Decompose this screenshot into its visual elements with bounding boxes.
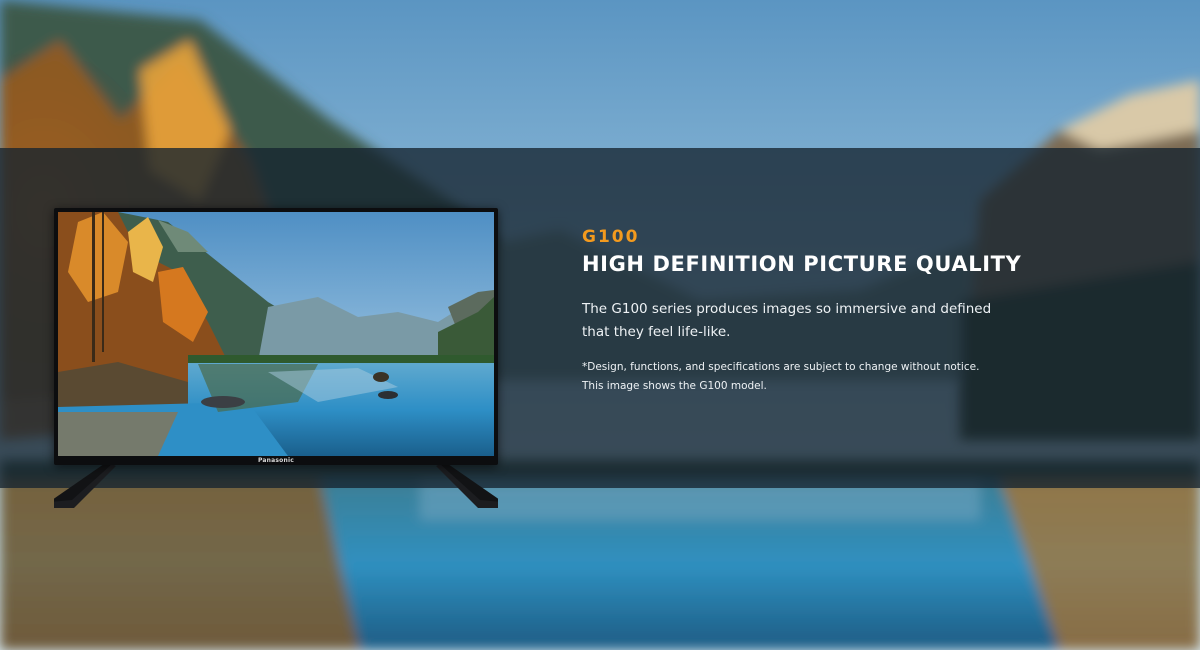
- disclaimer-line-1: *Design, functions, and specifications a…: [582, 361, 980, 373]
- disclaimer: *Design, functions, and specifications a…: [582, 358, 1002, 396]
- disclaimer-line-2: This image shows the G100 model.: [582, 380, 767, 392]
- banner-copy: G100 HIGH DEFINITION PICTURE QUALITY The…: [582, 226, 1022, 396]
- tv-brand-logo: Panasonic: [258, 457, 294, 464]
- tv-screen: [58, 212, 494, 456]
- tv-bezel: Panasonic: [54, 208, 498, 465]
- tv-screen-landscape: [58, 212, 494, 456]
- product-banner: Panasonic G100 HIGH DEFINITION PICTURE Q…: [0, 0, 1200, 650]
- headline: HIGH DEFINITION PICTURE QUALITY: [582, 252, 1022, 276]
- tv-product-image: Panasonic: [54, 208, 498, 508]
- model-name: G100: [582, 227, 640, 247]
- description: The G100 series produces images so immer…: [582, 301, 992, 340]
